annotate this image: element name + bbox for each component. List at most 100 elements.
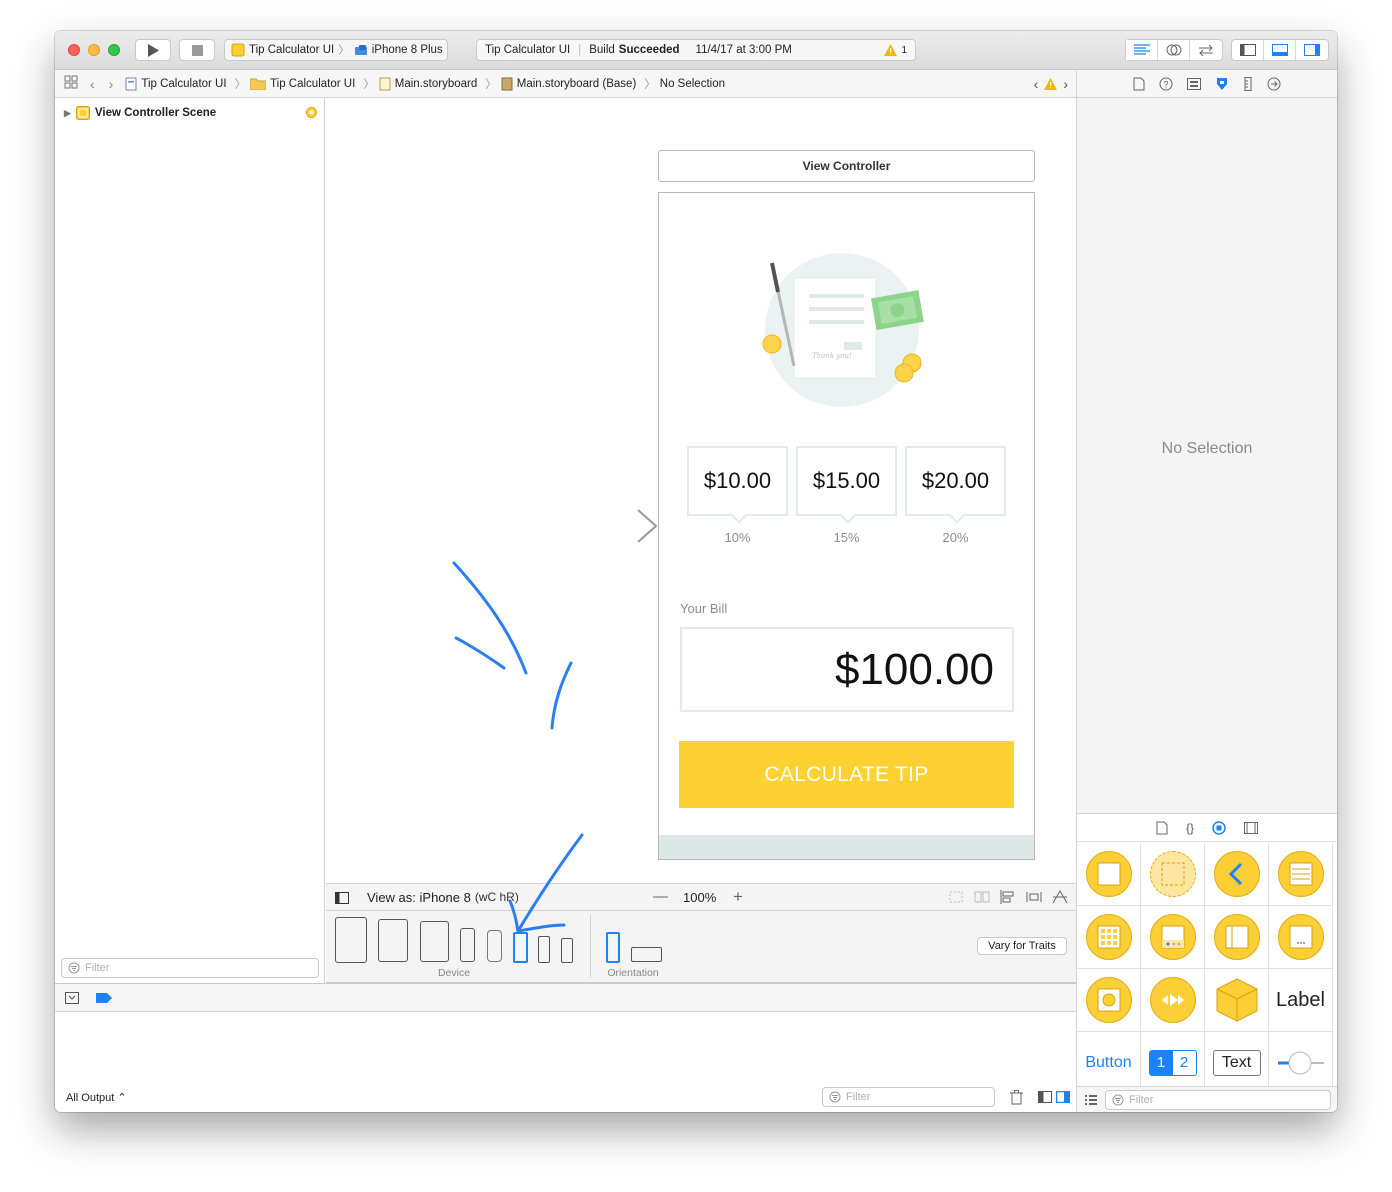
scene-exit-icon[interactable] [306,107,317,118]
folder-icon [250,78,267,90]
utilities-toggle-button[interactable] [1296,40,1328,60]
breakpoints-icon[interactable] [96,993,112,1003]
zoom-in-button[interactable]: + [733,887,743,907]
activity-viewer: Tip Calculator UI | Build Succeeded 11/4… [476,39,916,61]
tip-option-15[interactable]: $15.00 [796,446,897,516]
toggle-outline-icon[interactable] [335,892,349,904]
ipad-icon[interactable] [420,921,449,962]
bottom-panel-icon [1271,44,1288,56]
minimize-window-button[interactable] [88,44,100,56]
library-glkit-view-controller[interactable] [1077,969,1141,1032]
warning-icon[interactable] [1044,77,1058,90]
stop-icon [191,44,203,56]
library-table-view-controller[interactable] [1269,843,1333,906]
landscape-orientation-icon[interactable] [631,947,662,962]
close-window-button[interactable] [68,44,80,56]
library-view-controller[interactable] [1077,843,1141,906]
stop-button[interactable] [179,39,215,61]
code-snippet-icon[interactable]: {} [1186,821,1194,835]
library-scenekit-view[interactable] [1205,969,1269,1032]
storyboard-canvas[interactable]: View Controller Thank you! $10.00 10% $1… [326,98,1076,883]
resolve-issues-icon[interactable] [1052,890,1068,904]
library-filter-field[interactable]: Filter [1105,1090,1331,1110]
navigation-back-icon [1213,851,1260,897]
console-filter-field[interactable]: Filter [822,1087,995,1107]
breadcrumb-selection[interactable]: No Selection [660,78,725,90]
disclosure-triangle-icon[interactable]: ▶ [64,108,71,119]
file-template-icon[interactable] [1156,821,1168,835]
vary-for-traits-button[interactable]: Vary for Traits [977,937,1067,955]
scheme-selector[interactable]: Tip Calculator UI 〉 iPhone 8 Plus [224,39,448,61]
object-library-icon[interactable] [1212,820,1226,835]
library-split-view-controller[interactable] [1205,906,1269,969]
outline-filter-field[interactable]: Filter [61,958,319,978]
library-tab-bar-controller[interactable] [1141,906,1205,969]
breadcrumb-project[interactable]: Tip Calculator UI [125,77,227,91]
tip-option-10[interactable]: $10.00 [687,446,788,516]
assistant-editor-button[interactable] [1158,40,1190,60]
debug-toggle-button[interactable] [1264,40,1296,60]
view-controller-view[interactable]: Thank you! $10.00 10% $15.00 15% $20.00 … [658,192,1035,860]
view-as-label-group[interactable]: View as: iPhone 8 (wC hR) [367,890,519,905]
list-view-icon[interactable] [1085,1094,1097,1106]
console-view-icon[interactable] [1056,1091,1070,1103]
table-view-icon [1277,851,1324,897]
button-item: Button [1085,1054,1132,1071]
trash-icon[interactable] [1010,1090,1023,1105]
activity-status: Succeeded [618,44,680,56]
scheme-target: Tip Calculator UI [249,44,335,56]
iphone-x-icon[interactable] [487,930,502,962]
warning-icon [884,44,898,56]
help-inspector-icon[interactable]: ? [1159,77,1173,91]
version-editor-button[interactable] [1190,40,1222,60]
back-arrow-icon[interactable]: ‹ [90,76,95,92]
toolbar: Tip Calculator UI 〉 iPhone 8 Plus Tip Ca… [55,31,1337,70]
pin-icon[interactable] [1026,890,1042,904]
tip-amount: $20.00 [921,468,990,493]
scene-title-bar[interactable]: View Controller [658,150,1035,182]
run-button[interactable] [135,39,171,61]
variables-view-icon[interactable] [1038,1091,1052,1103]
breadcrumb-folder[interactable]: Tip Calculator UI [250,77,355,90]
hide-debug-area-icon[interactable] [65,992,79,1004]
bill-amount-field[interactable]: $100.00 [680,627,1014,712]
ipad-pro-10-icon[interactable] [378,919,408,962]
zoom-out-button[interactable]: — [653,888,668,905]
breadcrumb-storyboard[interactable]: Main.storyboard [379,77,477,91]
update-frames-icon[interactable] [948,890,964,904]
connections-inspector-icon[interactable] [1267,77,1281,91]
iphone-8-plus-icon[interactable] [460,928,475,962]
library-label[interactable]: Label [1269,969,1333,1032]
media-library-icon[interactable] [1244,821,1258,834]
next-issue-icon[interactable]: › [1063,76,1068,92]
slider-icon [1277,1051,1324,1075]
related-items-icon[interactable] [64,75,78,92]
scene-row[interactable]: ▶ View Controller Scene [64,106,216,120]
tip-option-20[interactable]: $20.00 [905,446,1006,516]
library-collection-view-controller[interactable] [1077,906,1141,969]
file-inspector-icon[interactable] [1133,77,1145,91]
output-selector[interactable]: All Output ⌃ [66,1091,127,1104]
navigator-toggle-button[interactable] [1232,40,1264,60]
library-page-view-controller[interactable] [1269,906,1333,969]
forward-arrow-icon[interactable]: › [109,76,114,92]
ipad-pro-12-icon[interactable] [335,917,367,963]
storyboard-reference-icon [1149,851,1196,897]
zoom-window-button[interactable] [108,44,120,56]
glkit-icon [1085,977,1132,1023]
breadcrumb-storyboard-base[interactable]: Main.storyboard (Base) [501,77,636,91]
previous-issue-icon[interactable]: ‹ [1034,76,1039,92]
initial-view-controller-arrow[interactable] [556,508,661,548]
library-av-player-view-controller[interactable] [1141,969,1205,1032]
identity-inspector-icon[interactable] [1187,77,1201,90]
portrait-orientation-icon[interactable] [606,932,620,963]
calculate-tip-button[interactable]: CALCULATE TIP [679,741,1014,808]
attributes-inspector-icon[interactable] [1215,77,1229,91]
size-inspector-icon[interactable] [1243,76,1253,91]
library-storyboard-reference[interactable] [1141,843,1205,906]
standard-editor-button[interactable] [1126,40,1158,60]
align-icon[interactable] [1000,890,1016,904]
warning-indicator[interactable]: 1 [884,44,907,56]
embed-stack-icon[interactable] [974,890,990,904]
library-navigation-controller[interactable] [1205,843,1269,906]
